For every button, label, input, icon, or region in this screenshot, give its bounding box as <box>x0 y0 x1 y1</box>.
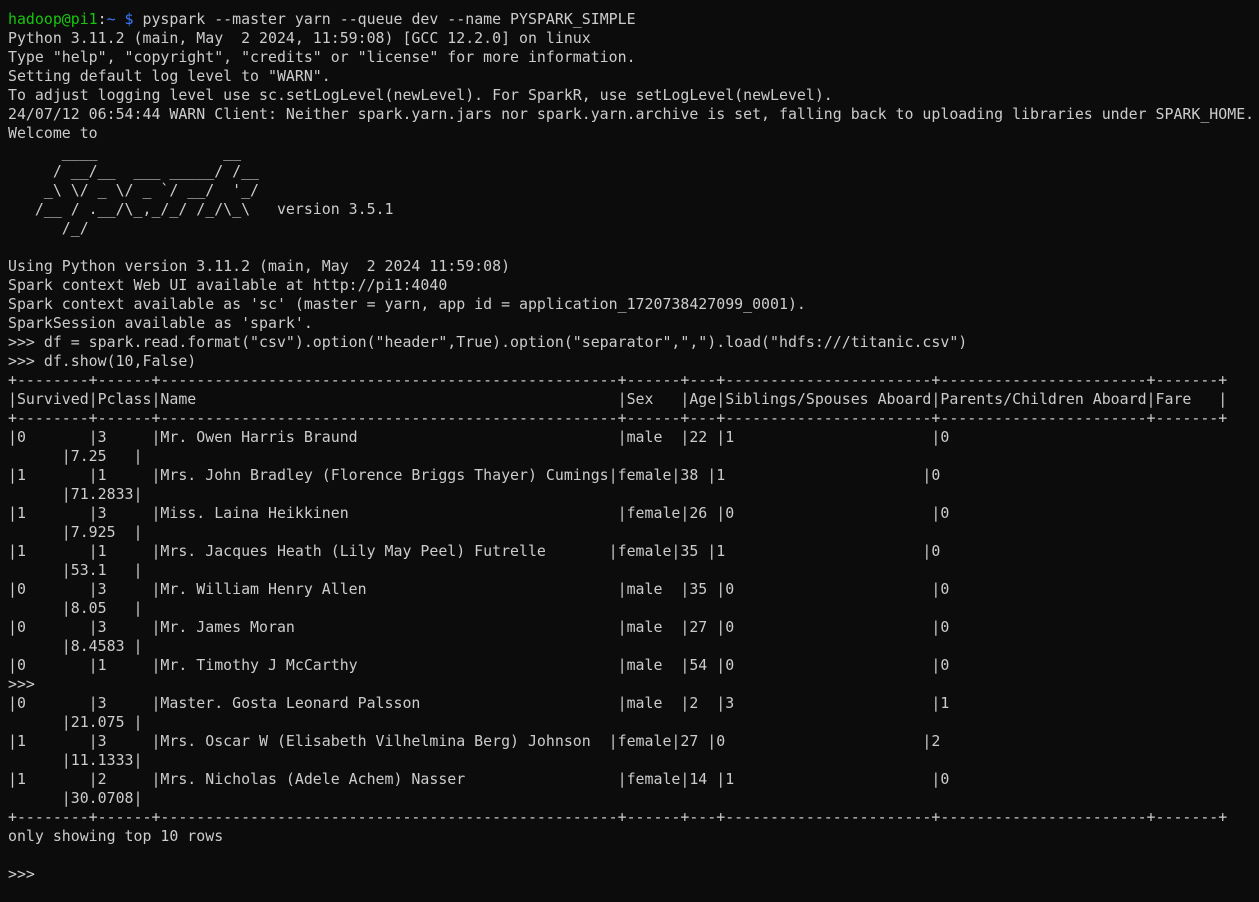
prompt-dollar: $ <box>115 10 134 28</box>
terminal-output-line: |1 |3 |Miss. Laina Heikkinen |female|26 … <box>8 504 950 522</box>
terminal-output-line: Welcome to <box>8 124 98 142</box>
terminal-output-line: |21.075 | <box>8 713 143 731</box>
terminal-output-line: |1 |1 |Mrs. Jacques Heath (Lily May Peel… <box>8 542 941 560</box>
terminal-output-line: +--------+------+-----------------------… <box>8 808 1228 826</box>
terminal-output: Python 3.11.2 (main, May 2 2024, 11:59:0… <box>8 29 1259 884</box>
terminal-output-line: To adjust logging level use sc.setLogLev… <box>8 86 833 104</box>
terminal-output-line: +--------+------+-----------------------… <box>8 409 1228 427</box>
terminal-output-line: _\ \/ _ \/ _ `/ __/ '_/ <box>8 181 260 199</box>
terminal-output-line: >>> df = spark.read.format("csv").option… <box>8 333 968 351</box>
terminal-output-line: |0 |3 |Mr. William Henry Allen |male |35… <box>8 580 950 598</box>
terminal-output-line: |11.1333| <box>8 751 143 769</box>
terminal-output-line: |7.925 | <box>8 523 143 541</box>
terminal-output-line: Python 3.11.2 (main, May 2 2024, 11:59:0… <box>8 29 591 47</box>
terminal-output-line: |1 |1 |Mrs. John Bradley (Florence Brigg… <box>8 466 941 484</box>
terminal-output-line: >>> <box>8 675 35 693</box>
prompt-path: ~ <box>106 10 116 28</box>
terminal-output-line: |0 |1 |Mr. Timothy J McCarthy |male |54 … <box>8 656 950 674</box>
prompt-colon: : <box>97 10 107 28</box>
terminal-output-line: /__ / .__/\_,_/_/ /_/\_\ version 3.5.1 <box>8 200 394 218</box>
terminal-window[interactable]: hadoop@pi1:~ $ pyspark --master yarn --q… <box>8 0 1259 884</box>
terminal-output-line: |71.2833| <box>8 485 143 503</box>
terminal-output-line: |7.25 | <box>8 447 143 465</box>
terminal-output-line: Spark context Web UI available at http:/… <box>8 276 448 294</box>
command-text: pyspark --master yarn --queue dev --name… <box>133 10 636 28</box>
command-prompt-line: hadoop@pi1:~ $ pyspark --master yarn --q… <box>8 10 1259 29</box>
terminal-output-line: SparkSession available as 'spark'. <box>8 314 313 332</box>
terminal-output-line: / __/__ ___ _____/ /__ <box>8 162 260 180</box>
terminal-output-line: |1 |3 |Mrs. Oscar W (Elisabeth Vilhelmin… <box>8 732 941 750</box>
prompt-user-host: hadoop@pi1 <box>8 10 98 28</box>
terminal-output-line: |30.0708| <box>8 789 143 807</box>
terminal-output-line: |0 |3 |Mr. Owen Harris Braund |male |22 … <box>8 428 950 446</box>
terminal-output-line: >>> df.show(10,False) <box>8 352 197 370</box>
terminal-output-line: |0 |3 |Mr. James Moran |male |27 |0 |0 <box>8 618 950 636</box>
terminal-output-line: Using Python version 3.11.2 (main, May 2… <box>8 257 511 275</box>
terminal-output-line: /_/ <box>8 219 89 237</box>
terminal-output-line: Type "help", "copyright", "credits" or "… <box>8 48 636 66</box>
terminal-output-line: >>> <box>8 865 35 883</box>
terminal-output-line: Setting default log level to "WARN". <box>8 67 331 85</box>
terminal-output-line: |53.1 | <box>8 561 143 579</box>
terminal-output-line: only showing top 10 rows <box>8 827 224 845</box>
terminal-output-line: |Survived|Pclass|Name |Sex |Age|Siblings… <box>8 390 1228 408</box>
terminal-output-line: +--------+------+-----------------------… <box>8 371 1228 389</box>
terminal-output-line: |8.05 | <box>8 599 143 617</box>
terminal-output-line: Spark context available as 'sc' (master … <box>8 295 806 313</box>
terminal-output-line: |1 |2 |Mrs. Nicholas (Adele Achem) Nasse… <box>8 770 950 788</box>
previous-output-line <box>8 0 1259 10</box>
terminal-output-line: ____ __ <box>8 143 242 161</box>
terminal-output-line: |8.4583 | <box>8 637 143 655</box>
terminal-output-line: 24/07/12 06:54:44 WARN Client: Neither s… <box>8 105 1255 123</box>
terminal-output-line: |0 |3 |Master. Gosta Leonard Palsson |ma… <box>8 694 950 712</box>
